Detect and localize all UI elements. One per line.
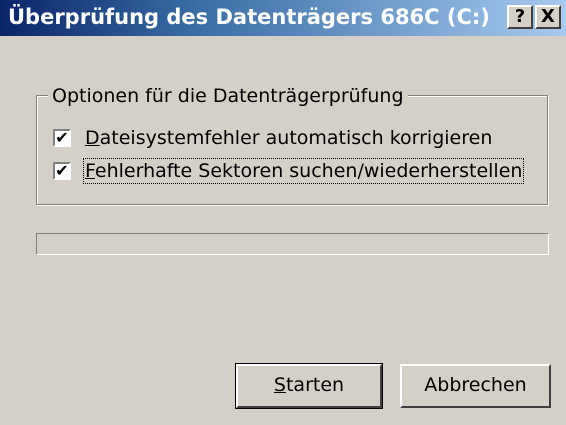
scan-bad-sectors-label[interactable]: Fehlerhafte Sektoren suchen/wiederherste… — [82, 158, 525, 184]
close-button[interactable]: X — [535, 5, 561, 29]
fix-filesystem-errors-checkbox[interactable]: ✔ — [53, 129, 71, 147]
help-button[interactable]: ? — [507, 5, 533, 29]
check-disk-dialog: Überprüfung des Datenträgers 686C (C:) ?… — [0, 0, 566, 425]
accelerator-key: D — [85, 127, 100, 149]
start-button[interactable]: Starten — [235, 363, 383, 409]
window-title: Überprüfung des Datenträgers 686C (C:) — [8, 5, 490, 29]
accelerator-key: F — [85, 160, 95, 182]
fix-filesystem-errors-label[interactable]: Dateisystemfehler automatisch korrigiere… — [85, 127, 492, 149]
scan-bad-sectors-checkbox[interactable]: ✔ — [53, 162, 71, 180]
button-label: tarten — [285, 374, 345, 396]
label-text: ateisystemfehler automatisch korrigieren — [99, 127, 493, 149]
title-bar[interactable]: Überprüfung des Datenträgers 686C (C:) ?… — [0, 0, 566, 36]
accelerator-key: S — [273, 374, 286, 396]
options-group-box — [36, 95, 548, 205]
options-group-legend: Optionen für die Datenträgerprüfung — [48, 85, 408, 107]
progress-bar — [36, 233, 549, 255]
cancel-button[interactable]: Abbrechen — [400, 364, 551, 408]
label-text: ehlerhafte Sektoren suchen/wiederherstel… — [94, 160, 523, 182]
